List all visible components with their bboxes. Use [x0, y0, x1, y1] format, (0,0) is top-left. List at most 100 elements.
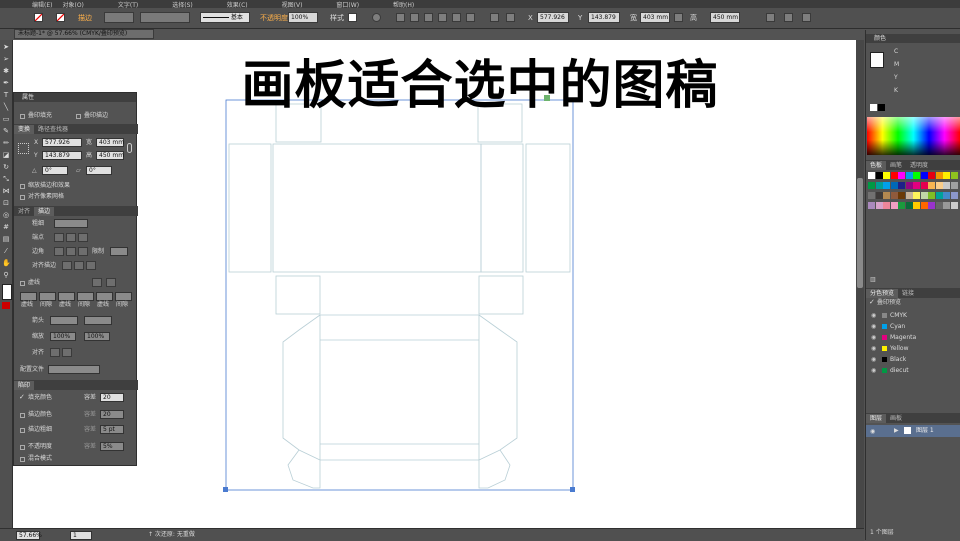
color-swatch[interactable]: [913, 172, 920, 179]
tab-separations[interactable]: 分色预览: [866, 289, 899, 298]
color-swatch[interactable]: [875, 192, 883, 199]
arrow-align-button-2[interactable]: [62, 348, 72, 357]
color-panel-title[interactable]: 颜色: [866, 34, 960, 43]
vertical-scroll-thumb[interactable]: [857, 178, 863, 288]
align-top-icon[interactable]: [438, 13, 447, 22]
brush-tool-icon[interactable]: ✎: [2, 128, 10, 135]
color-swatch[interactable]: [920, 182, 928, 189]
color-swatch[interactable]: [935, 172, 943, 179]
plate-visibility-icon[interactable]: ◉: [871, 357, 876, 363]
swap-colors-icon[interactable]: [2, 302, 10, 309]
dash-align-button-2[interactable]: [106, 278, 116, 287]
color-swatch[interactable]: [875, 172, 883, 179]
color-swatch[interactable]: [950, 182, 958, 189]
eraser-tool-icon[interactable]: ◪: [2, 152, 10, 159]
color-swatch[interactable]: [928, 192, 935, 199]
tab-swatches[interactable]: 色板: [866, 161, 887, 170]
selection-handle-bottom-left[interactable]: [223, 487, 228, 492]
variable-width-field[interactable]: [140, 12, 190, 23]
gap-field-1[interactable]: [39, 292, 56, 301]
artboard-nav-field[interactable]: 1: [70, 531, 92, 540]
separation-plate-row[interactable]: ◉ Cyan: [866, 321, 960, 332]
pencil-tool-icon[interactable]: ✏: [2, 140, 10, 147]
plate-visibility-icon[interactable]: ◉: [871, 324, 876, 330]
fill-tolerance-field[interactable]: 20: [100, 393, 124, 402]
stroke-weight-checkbox[interactable]: [20, 428, 25, 433]
plate-visibility-icon[interactable]: ◉: [871, 313, 876, 319]
dash-field-3[interactable]: [96, 292, 113, 301]
layer-visibility-icon[interactable]: ◉: [870, 428, 875, 435]
constrain-proportions-icon[interactable]: [127, 143, 132, 153]
mesh-tool-icon[interactable]: #: [2, 224, 10, 231]
transform-icon[interactable]: [766, 13, 775, 22]
gradient-tool-icon[interactable]: ▤: [2, 236, 10, 243]
h-field-ctrl[interactable]: 450 mm: [710, 12, 740, 23]
overprint-stroke-checkbox[interactable]: [76, 114, 81, 119]
separation-plate-row[interactable]: ◉ Magenta: [866, 332, 960, 343]
align-right-icon[interactable]: [424, 13, 433, 22]
align-middle-icon[interactable]: [452, 13, 461, 22]
stroke-tolerance-field[interactable]: 20: [100, 410, 124, 419]
tab-layers[interactable]: 图层: [866, 414, 887, 423]
fill-stroke-icon[interactable]: [2, 284, 12, 300]
color-swatch[interactable]: [935, 192, 943, 199]
color-swatch[interactable]: [943, 182, 950, 189]
color-swatch[interactable]: [928, 182, 935, 189]
color-swatch[interactable]: [928, 172, 935, 179]
zoom-tool-icon[interactable]: ⚲: [2, 272, 10, 279]
align-inside-stroke-button[interactable]: [74, 261, 84, 270]
separation-plate-row[interactable]: ◉ Black: [866, 354, 960, 365]
color-swatch[interactable]: [905, 182, 913, 189]
color-fill-stroke-icon[interactable]: [870, 52, 884, 68]
color-swatch[interactable]: [913, 202, 920, 209]
arrow-scale-end-field[interactable]: 100%: [84, 332, 110, 341]
color-swatch[interactable]: [890, 202, 898, 209]
color-swatch[interactable]: [920, 172, 928, 179]
corner-bevel-button[interactable]: [78, 247, 88, 256]
opacity-field[interactable]: 100%: [288, 12, 318, 23]
style-swatch-icon[interactable]: [348, 13, 357, 22]
shear-angle-field[interactable]: 0°: [86, 166, 112, 175]
color-swatch[interactable]: [920, 192, 928, 199]
plate-visibility-icon[interactable]: ◉: [871, 335, 876, 341]
cap-butt-button[interactable]: [54, 233, 64, 242]
stroke-swatch-icon[interactable]: [56, 13, 65, 22]
weight-field[interactable]: [54, 219, 88, 228]
direct-selection-icon[interactable]: ➢: [2, 56, 10, 63]
stroke-weight-field[interactable]: [104, 12, 134, 23]
layer-expand-icon[interactable]: ▶: [894, 427, 899, 434]
align-center-stroke-button[interactable]: [62, 261, 72, 270]
black-swatch-icon[interactable]: [878, 104, 885, 111]
profile-select[interactable]: [48, 365, 100, 374]
pen-tool-icon[interactable]: ✒: [2, 80, 10, 87]
color-swatch[interactable]: [875, 202, 883, 209]
align-left-icon[interactable]: [396, 13, 405, 22]
corner-miter-button[interactable]: [54, 247, 64, 256]
color-swatch[interactable]: [868, 192, 875, 199]
color-swatch[interactable]: [898, 202, 905, 209]
plate-visibility-icon[interactable]: ◉: [871, 346, 876, 352]
color-swatch[interactable]: [883, 172, 890, 179]
color-swatch[interactable]: [950, 172, 958, 179]
shape-builder-icon[interactable]: ◎: [2, 212, 10, 219]
zoom-field[interactable]: 57.66%: [16, 531, 42, 540]
separation-plate-row[interactable]: ◉ CMYK: [866, 310, 960, 321]
plate-visibility-icon[interactable]: ◉: [871, 368, 876, 374]
rotate-tool-icon[interactable]: ↻: [2, 164, 10, 171]
limit-field[interactable]: [110, 247, 128, 256]
color-swatch[interactable]: [868, 172, 875, 179]
color-swatch[interactable]: [950, 202, 958, 209]
hand-tool-icon[interactable]: ✋: [2, 260, 11, 267]
overprint-preview-check-icon[interactable]: ✓: [869, 298, 875, 306]
w-field-ctrl[interactable]: 403 mm: [640, 12, 670, 23]
align-outside-stroke-button[interactable]: [86, 261, 96, 270]
isolate-icon[interactable]: [784, 13, 793, 22]
document-tab[interactable]: 未标题-1* @ 57.66% (CMYK/叠印预览): [14, 29, 154, 39]
tab-trap[interactable]: 陷印: [14, 381, 35, 390]
color-swatch[interactable]: [868, 202, 875, 209]
distribute-icon[interactable]: [490, 13, 499, 22]
type-tool-icon[interactable]: T: [2, 92, 10, 99]
color-swatch[interactable]: [905, 192, 913, 199]
color-spectrum[interactable]: [867, 117, 960, 155]
color-swatch[interactable]: [890, 182, 898, 189]
